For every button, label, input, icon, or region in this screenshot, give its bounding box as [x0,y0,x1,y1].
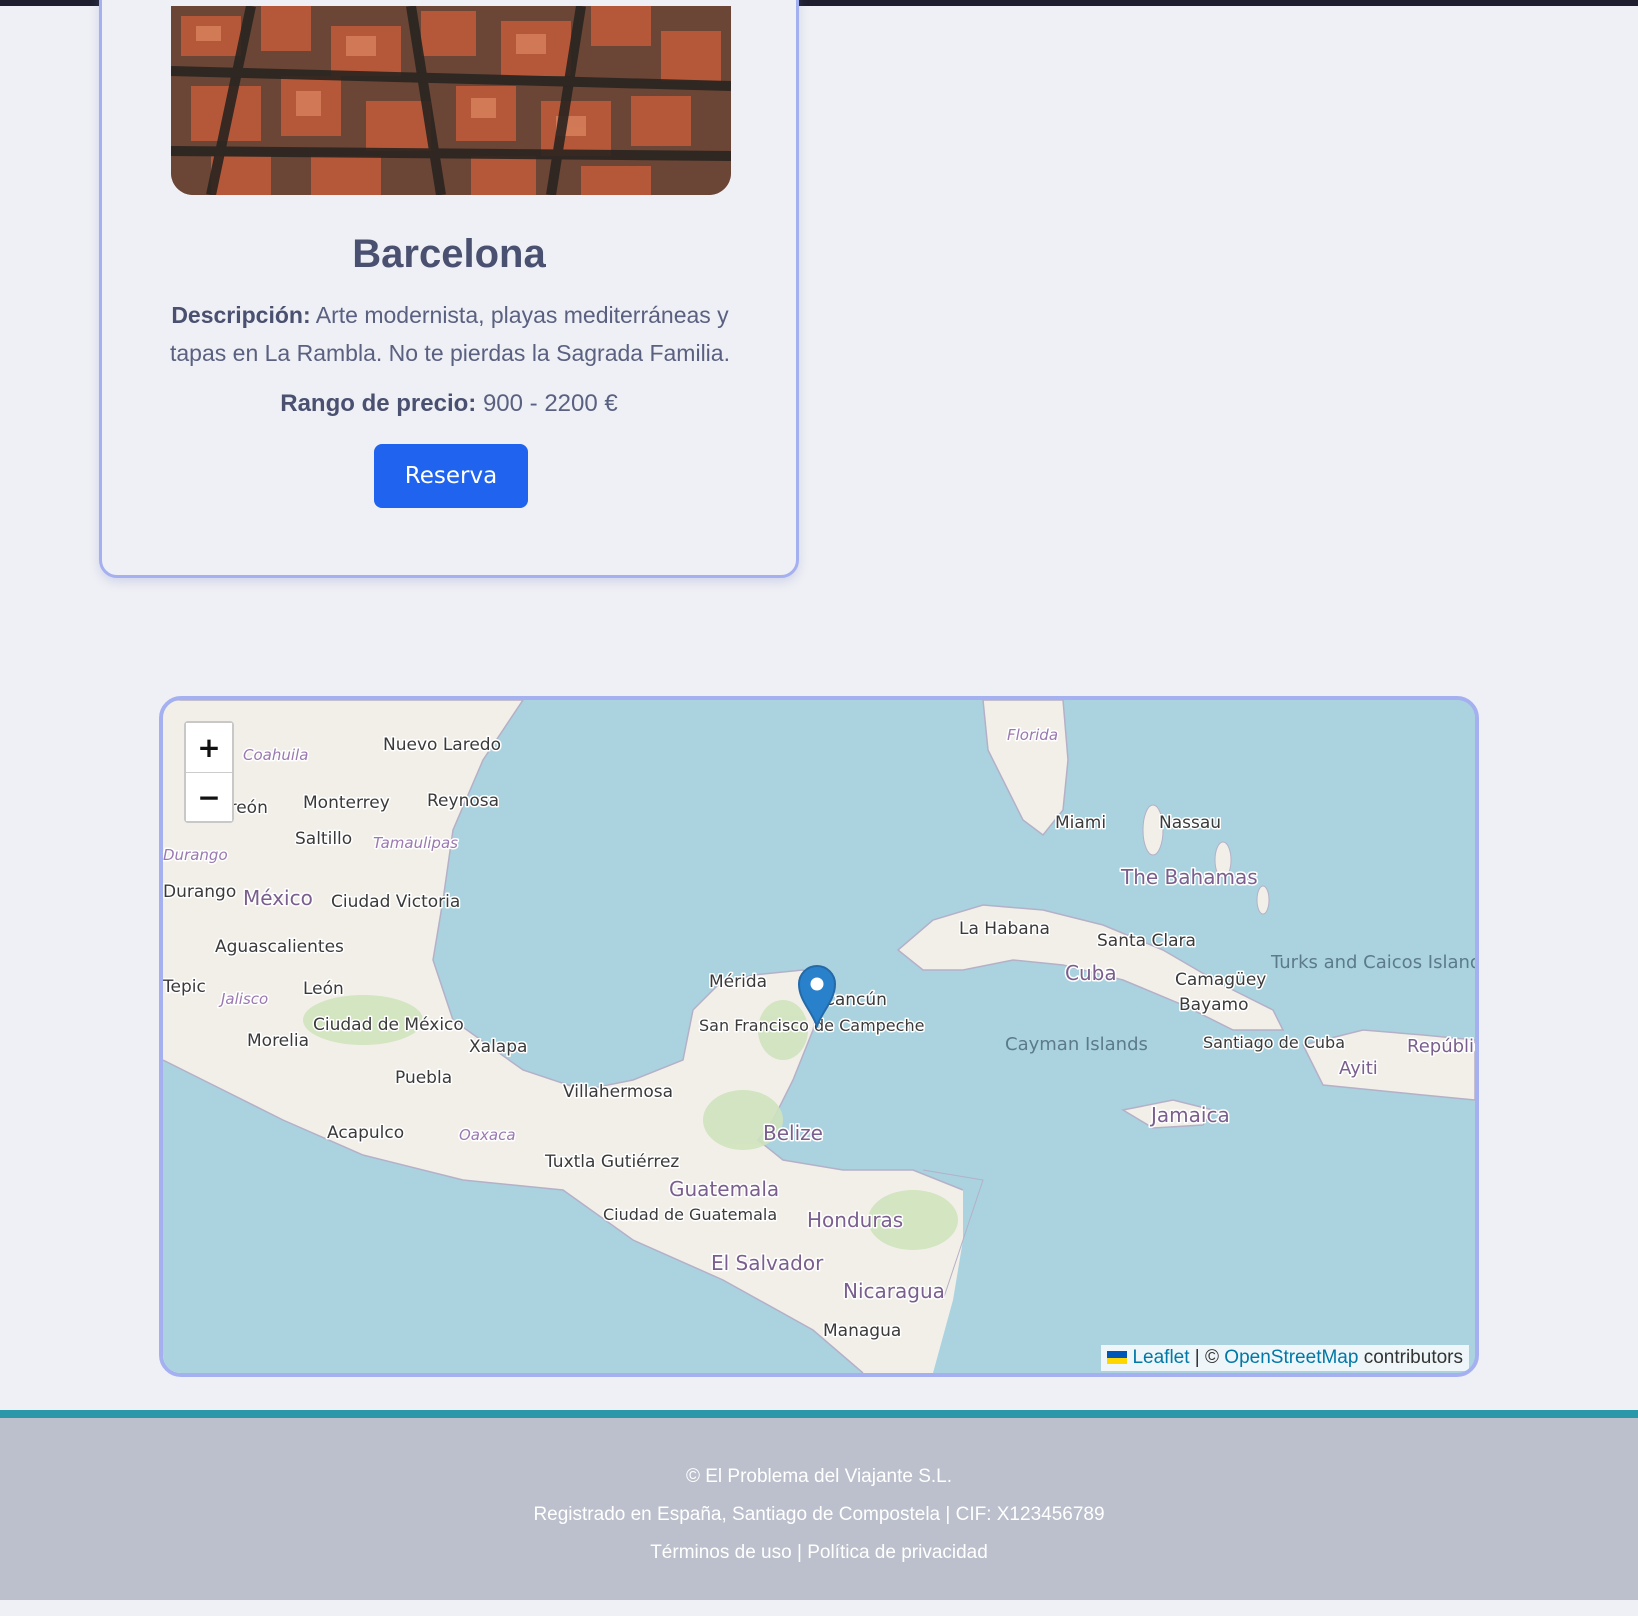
price-range: Rango de precio: 900 - 2200 € [99,390,799,418]
map-label-city-22: Miami [1055,813,1106,833]
destination-title: Barcelona [352,232,546,276]
map-label-country-0: México [243,886,313,910]
footer: © El Problema del Viajante S.L. Registra… [0,1418,1638,1600]
map-label-city-9: León [303,979,344,999]
map-label-country-4: Honduras [807,1208,903,1232]
map-label-city-2: Reynosa [427,791,499,811]
map-label-country-8: Jamaica [1149,1103,1230,1127]
map-label-city-20: Ciudad de Guatemala [603,1205,777,1224]
map-label-city-7: Aguascalientes [215,937,344,957]
map-label-country-2: Belize [763,1121,823,1145]
barcelona-photo [171,6,731,195]
map-label-city-10: Ciudad de México [313,1015,464,1035]
leaflet-link[interactable]: Leaflet [1132,1347,1189,1368]
map-label-city-11: Morelia [247,1031,309,1051]
map-label-city-27: Bayamo [1179,995,1249,1015]
map-label-city-1: Monterrey [303,793,390,813]
terms-link[interactable]: Términos de uso [650,1542,792,1563]
map-label-country-7: The Bahamas [1120,865,1258,889]
map-label-region-3: Jalisco [218,990,268,1008]
map-label-country-12: Ayiti [1339,1058,1378,1079]
map-label-country-1: Cuba [1065,961,1117,985]
map-label-city-14: Acapulco [327,1123,404,1143]
map-label-city-0: Nuevo Laredo [383,735,501,755]
map-container[interactable]: Coahuila Tamaulipas Durango Jalisco Oaxa… [159,696,1479,1377]
attribution-contributors: contributors [1363,1347,1463,1368]
map-marker[interactable] [797,964,837,1029]
map-label-city-21: Managua [823,1321,901,1341]
attribution-separator: | © [1194,1347,1220,1368]
price-value: 900 - 2200 € [482,390,618,417]
destination-description: Descripción: Arte modernista, playas med… [150,296,750,372]
map-label-country-5: El Salvador [711,1251,824,1275]
privacy-link[interactable]: Política de privacidad [807,1542,988,1563]
map-label-city-13: Puebla [395,1068,452,1088]
map-label-city-4: Saltillo [295,829,352,849]
map-label-country-10: Turks and Caicos Islands [1270,952,1475,973]
zoom-in-button[interactable]: + [186,723,232,772]
description-label: Descripción: [171,302,311,328]
map-label-region-2: Durango [163,846,228,864]
footer-divider [0,1410,1638,1418]
map-label-country-9: Cayman Islands [1005,1034,1148,1055]
map-label-city-5: Durango [163,882,236,902]
footer-copyright: © El Problema del Viajante S.L. [685,1466,953,1487]
map-label-country-3: Guatemala [669,1177,779,1201]
price-label: Rango de precio: [280,390,477,417]
map-label-region-1: Tamaulipas [373,834,458,852]
openstreetmap-link[interactable]: OpenStreetMap [1224,1347,1358,1368]
map-label-city-28: Santiago de Cuba [1203,1033,1345,1052]
map-label-city-12: Xalapa [469,1037,527,1057]
footer-links: Términos de uso | Política de privacidad [0,1542,1638,1564]
map-label-city-26: Camagüey [1175,970,1266,990]
map-label-city-25: Santa Clara [1097,931,1196,951]
map-label-city-15: Villahermosa [563,1082,673,1102]
footer-registration: Registrado en España, Santiago de Compos… [533,1504,1105,1525]
map-label-region-0: Coahuila [243,746,308,764]
map-label-city-16: Tuxtla Gutiérrez [544,1152,679,1172]
map-labels: Coahuila Tamaulipas Durango Jalisco Oaxa… [163,725,1475,1343]
map-label-region-4: Oaxaca [459,1126,516,1144]
zoom-out-button[interactable]: − [186,772,232,821]
map-label-country-6: Nicaragua [843,1279,945,1303]
map-label-city-23: Nassau [1159,813,1221,833]
map-label-country-11: República Dominicana [1407,1036,1475,1057]
marker-icon[interactable] [797,964,837,1029]
ukraine-flag-icon [1107,1351,1128,1364]
reserve-button[interactable]: Reserva [374,444,528,508]
map-attribution: Leaflet | © OpenStreetMap contributors [1101,1345,1469,1371]
map-label-city-24: La Habana [959,919,1050,939]
map-label-city-6: Ciudad Victoria [331,892,460,912]
footer-link-divider: | [796,1542,802,1563]
zoom-control: + − [184,721,234,823]
map-label-city-8: Tepic [163,977,206,997]
map-label-city-17: Mérida [709,972,767,992]
map-label-region-5: Florida [1007,726,1058,744]
